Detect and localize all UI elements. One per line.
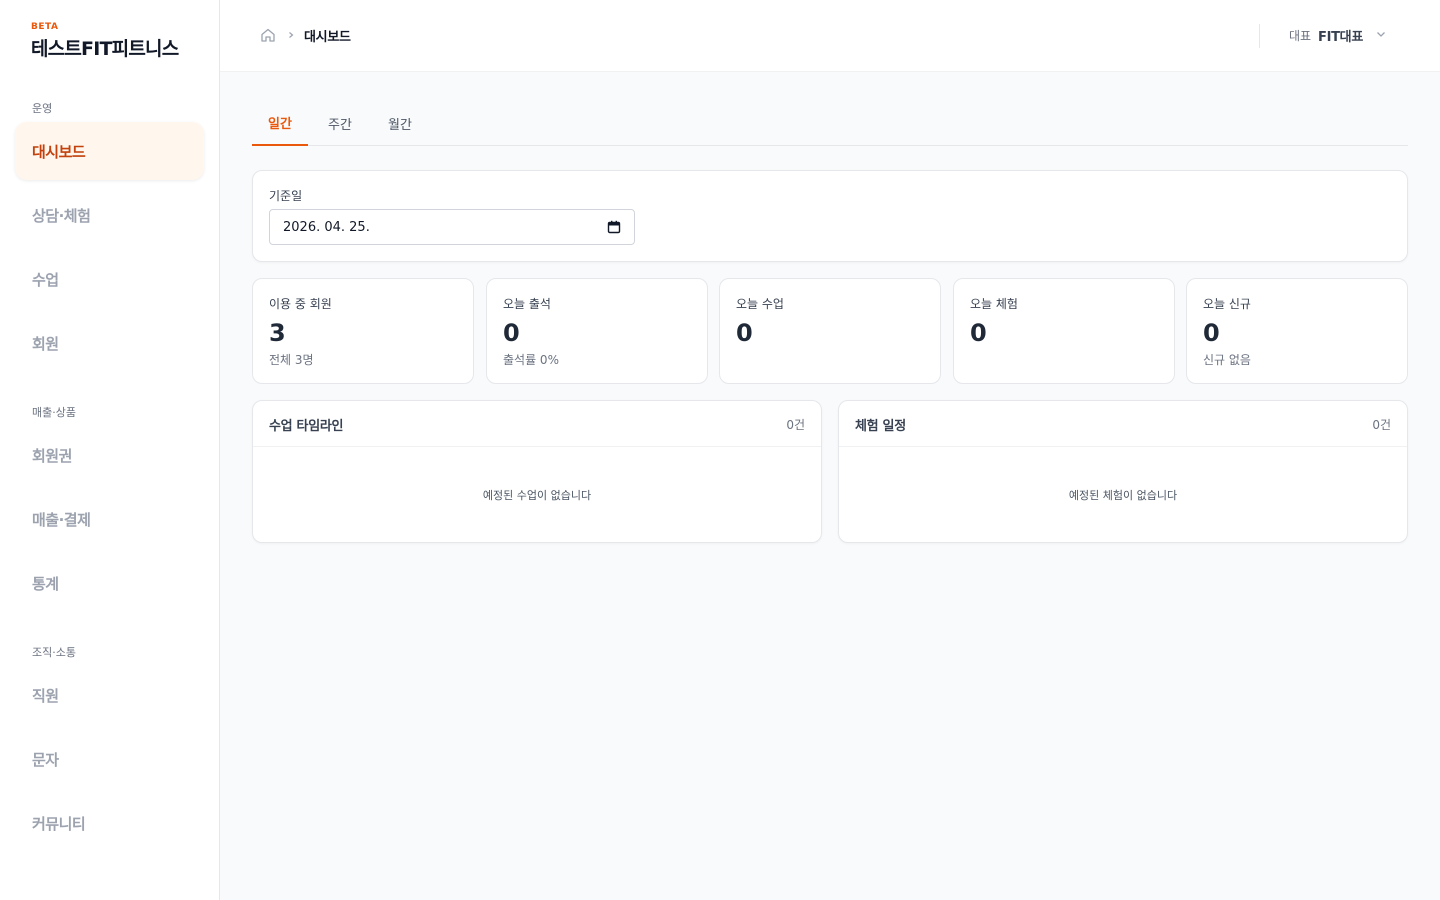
stat-value: 3 bbox=[269, 319, 286, 347]
brand-name: 테스트FIT피트니스 bbox=[31, 38, 179, 60]
user-name[interactable]: FIT대표 bbox=[1318, 26, 1363, 45]
sidebar-item-classes[interactable]: 수업 bbox=[15, 250, 204, 308]
chevron-down-icon[interactable] bbox=[1375, 28, 1387, 40]
panel-empty-message: 예정된 수업이 없습니다 bbox=[482, 489, 592, 502]
stat-value: 0 bbox=[970, 319, 987, 347]
nav-section-operations: 운영 bbox=[32, 102, 53, 115]
class-timeline-panel: 수업 타임라인 0건 예정된 수업이 없습니다 bbox=[252, 400, 822, 543]
sidebar-item-sms[interactable]: 문자 bbox=[15, 730, 204, 788]
stat-label: 오늘 출석 bbox=[503, 297, 551, 311]
period-tabs: 일간 주간 월간 bbox=[252, 100, 1408, 146]
panel-title: 체험 일정 bbox=[855, 419, 906, 434]
panel-divider bbox=[839, 446, 1407, 447]
sidebar-item-sales-payments[interactable]: 매출·결제 bbox=[15, 490, 204, 548]
stat-label: 오늘 신규 bbox=[1203, 297, 1251, 311]
date-input[interactable]: 2026. 04. 25. bbox=[269, 209, 635, 245]
stat-label: 오늘 수업 bbox=[736, 297, 784, 311]
tab-weekly[interactable]: 주간 bbox=[314, 100, 366, 146]
stat-card-classes: 오늘 수업 0 bbox=[719, 278, 941, 384]
panel-divider bbox=[253, 446, 821, 447]
tab-daily[interactable]: 일간 bbox=[252, 100, 308, 146]
sidebar-item-dashboard[interactable]: 대시보드 bbox=[15, 122, 204, 180]
date-input-value: 2026. 04. 25. bbox=[283, 219, 370, 235]
stat-card-attendance: 오늘 출석 0 출석률 0% bbox=[486, 278, 708, 384]
sidebar-item-staff[interactable]: 직원 bbox=[15, 666, 204, 724]
stat-card-new-members: 오늘 신규 0 신규 없음 bbox=[1186, 278, 1408, 384]
panel-title: 수업 타임라인 bbox=[269, 419, 344, 434]
date-filter-label: 기준일 bbox=[269, 189, 303, 203]
panel-count: 0건 bbox=[786, 418, 805, 432]
stat-sub: 출석률 0% bbox=[503, 353, 559, 367]
beta-badge: BETA bbox=[31, 22, 59, 32]
sidebar-item-community[interactable]: 커뮤니티 bbox=[15, 794, 204, 852]
header-divider bbox=[1259, 24, 1260, 48]
stat-value: 0 bbox=[736, 319, 753, 347]
panel-empty-message: 예정된 체험이 없습니다 bbox=[1068, 489, 1178, 502]
sidebar-item-statistics[interactable]: 통계 bbox=[15, 554, 204, 612]
brand-logo[interactable]: BETA 테스트FIT피트니스 bbox=[31, 22, 179, 61]
top-header: 대시보드 대표 FIT대표 bbox=[220, 0, 1440, 72]
trial-schedule-panel: 체험 일정 0건 예정된 체험이 없습니다 bbox=[838, 400, 1408, 543]
home-icon[interactable] bbox=[260, 27, 276, 43]
stat-sub: 신규 없음 bbox=[1203, 353, 1251, 367]
chevron-right-icon bbox=[289, 32, 294, 38]
sidebar-item-consult-trial[interactable]: 상담·체험 bbox=[15, 186, 204, 244]
sidebar: BETA 테스트FIT피트니스 운영 대시보드 상담·체험 수업 회원 매출·상… bbox=[0, 0, 220, 900]
stat-card-active-members: 이용 중 회원 3 전체 3명 bbox=[252, 278, 474, 384]
stat-label: 오늘 체험 bbox=[970, 297, 1018, 311]
calendar-icon[interactable] bbox=[607, 220, 621, 234]
breadcrumb-current: 대시보드 bbox=[304, 30, 351, 45]
sidebar-item-memberships[interactable]: 회원권 bbox=[15, 426, 204, 484]
stat-label: 이용 중 회원 bbox=[269, 297, 332, 311]
tab-monthly[interactable]: 월간 bbox=[374, 100, 426, 146]
panel-count: 0건 bbox=[1372, 418, 1391, 432]
stat-value: 0 bbox=[1203, 319, 1220, 347]
stat-sub: 전체 3명 bbox=[269, 353, 314, 367]
sidebar-item-members[interactable]: 회원 bbox=[15, 314, 204, 372]
nav-section-organization: 조직·소통 bbox=[32, 646, 76, 659]
nav-section-sales: 매출·상품 bbox=[32, 406, 76, 419]
stat-value: 0 bbox=[503, 319, 520, 347]
date-filter-card: 기준일 2026. 04. 25. bbox=[252, 170, 1408, 262]
user-role: 대표 bbox=[1289, 29, 1312, 43]
stat-card-trials: 오늘 체험 0 bbox=[953, 278, 1175, 384]
